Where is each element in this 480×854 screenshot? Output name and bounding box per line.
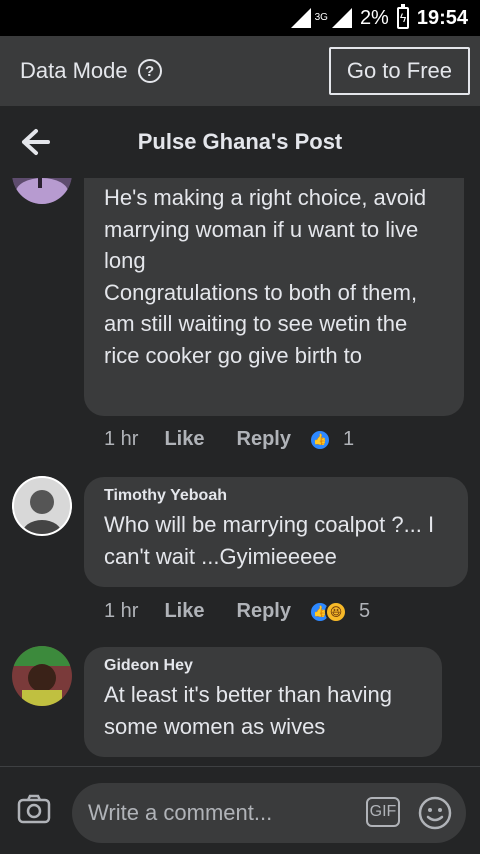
comment-time: 1 hr: [104, 600, 139, 622]
comment-bubble[interactable]: Timothy Yeboah Who will be marrying coal…: [84, 477, 468, 587]
gif-icon[interactable]: GIF: [366, 797, 400, 827]
data-mode-info[interactable]: Data Mode ?: [20, 58, 162, 84]
comment-composer: Write a comment...: [0, 766, 480, 854]
clock: 19:54: [416, 6, 468, 29]
comment-actions: 1 hr Like Reply 👍 1: [104, 428, 354, 451]
go-to-free-button[interactable]: Go to Free: [328, 47, 470, 95]
comments-feed[interactable]: He's making a right choice, avoid marryi…: [0, 178, 480, 766]
battery-icon: ϟ: [396, 4, 409, 29]
like-button[interactable]: Like: [164, 600, 204, 623]
commenter-name[interactable]: Timothy Yeboah: [104, 487, 448, 505]
thumbs-up-icon: 👍: [308, 428, 331, 451]
commenter-name[interactable]: Gideon Hey: [104, 657, 422, 675]
reply-button[interactable]: Reply: [237, 600, 291, 623]
avatar[interactable]: [12, 178, 72, 204]
comment-text: He's making a right choice, avoid marryi…: [104, 185, 427, 368]
camera-icon[interactable]: [16, 791, 52, 827]
comment-bubble[interactable]: He's making a right choice, avoid marryi…: [84, 178, 464, 416]
like-button[interactable]: Like: [164, 428, 204, 451]
avatar[interactable]: [12, 476, 72, 536]
page-title: Pulse Ghana's Post: [137, 129, 343, 154]
haha-icon: 😆: [324, 600, 347, 623]
signal-indicators: 3G: [290, 8, 352, 28]
help-icon[interactable]: ?: [137, 59, 162, 83]
reply-button[interactable]: Reply: [237, 428, 291, 451]
post-header: Pulse Ghana's Post: [0, 106, 480, 178]
data-mode-label: Data Mode: [20, 58, 128, 83]
status-bar: 3G 2% ϟ 19:54: [0, 0, 480, 36]
reaction-count: 5: [358, 600, 371, 622]
avatar[interactable]: [12, 646, 72, 706]
arrow-left-icon[interactable]: [20, 124, 52, 160]
comment-text: At least it's better than having some wo…: [104, 682, 392, 739]
comment-bubble[interactable]: Gideon Hey At least it's better than hav…: [84, 647, 442, 757]
reaction-summary[interactable]: 👍 1: [308, 428, 355, 451]
reaction-count: 1: [342, 428, 355, 450]
network-type: 3G: [314, 12, 328, 23]
data-mode-bar: Data Mode ? Go to Free: [0, 36, 480, 106]
reaction-summary[interactable]: 👍 😆 5: [308, 600, 371, 623]
signal-icon: [290, 8, 311, 28]
battery-percent: 2%: [359, 6, 389, 29]
comment-actions: 1 hr Like Reply 👍 😆 5: [104, 600, 370, 623]
comment-time: 1 hr: [104, 428, 139, 450]
comment-text: Who will be marrying coalpot ?... I can'…: [104, 512, 435, 569]
comment-input[interactable]: Write a comment...: [72, 783, 466, 843]
signal-icon-2: [331, 8, 352, 28]
emoji-icon[interactable]: [418, 796, 452, 830]
